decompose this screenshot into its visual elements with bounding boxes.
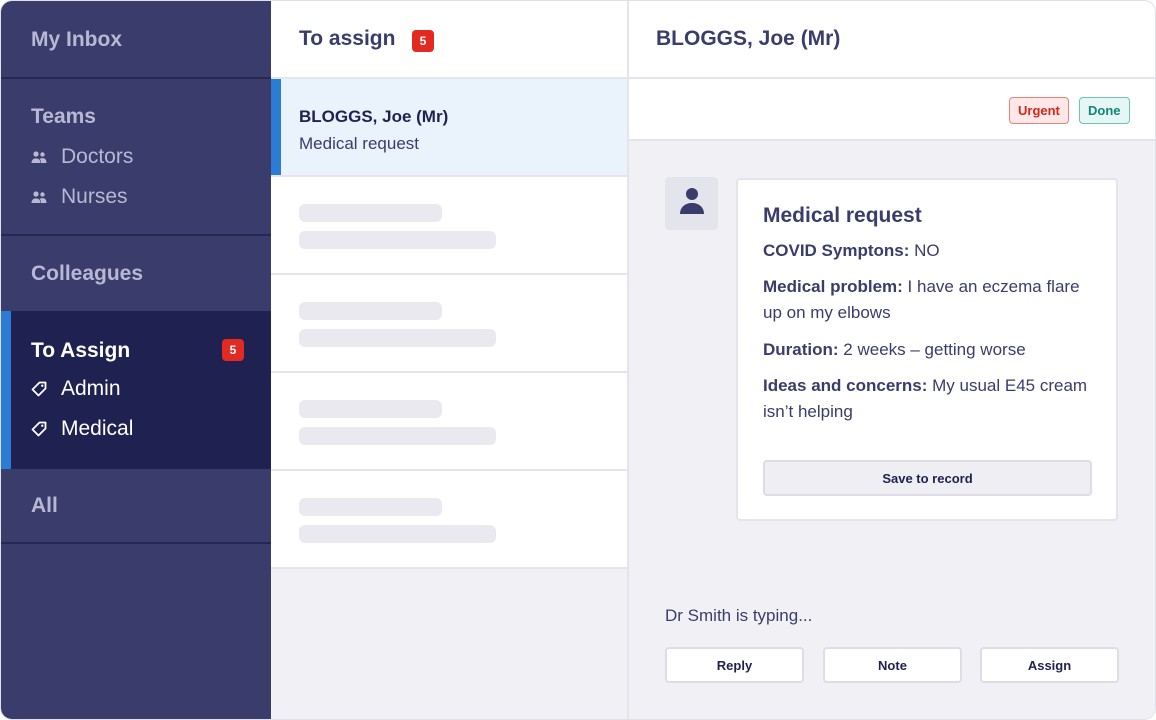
skeleton-line [299, 400, 442, 418]
conversation-detail: BLOGGS, Joe (Mr) Urgent Done Medical req… [629, 1, 1155, 719]
selected-indicator [271, 79, 281, 175]
tag-bar: Urgent Done [629, 79, 1155, 141]
skeleton-line [299, 231, 496, 249]
skeleton-line [299, 427, 496, 445]
people-icon [31, 190, 51, 204]
sidebar-item-doctors[interactable]: Doctors [31, 145, 133, 169]
detail-header: BLOGGS, Joe (Mr) [629, 1, 1155, 79]
field-medical-problem: Medical problem: I have an eczema flare … [763, 274, 1103, 326]
app-window: My Inbox Teams Doctors Nurses Colleagues [0, 0, 1156, 720]
active-indicator [1, 311, 11, 469]
reply-button[interactable]: Reply [665, 647, 804, 683]
field-ideas-concerns: Ideas and concerns: My usual E45 cream i… [763, 373, 1103, 425]
avatar [665, 177, 718, 230]
done-tag[interactable]: Done [1079, 97, 1130, 124]
save-to-record-button[interactable]: Save to record [763, 460, 1092, 496]
to-assign-count-badge: 5 [222, 339, 244, 361]
sidebar-item-label: Nurses [61, 185, 128, 208]
field-label: Medical problem: [763, 277, 903, 296]
list-count-badge: 5 [412, 30, 434, 52]
note-button[interactable]: Note [823, 647, 962, 683]
sidebar-item-all[interactable]: All [31, 494, 58, 518]
sidebar-item-colleagues[interactable]: Colleagues [31, 262, 143, 286]
field-value: 2 weeks – getting worse [843, 340, 1026, 359]
skeleton-line [299, 498, 442, 516]
field-covid-symptoms: COVID Symptons: NO [763, 238, 1103, 264]
list-item-placeholder[interactable] [271, 373, 627, 471]
skeleton-line [299, 329, 496, 347]
list-item-placeholder[interactable] [271, 471, 627, 569]
field-label: Ideas and concerns: [763, 376, 928, 395]
message-card: Medical request COVID Symptons: NO Medic… [736, 178, 1118, 521]
list-item-placeholder[interactable] [271, 177, 627, 275]
field-value: NO [914, 241, 940, 260]
field-duration: Duration: 2 weeks – getting worse [763, 337, 1103, 363]
sidebar-section-my-inbox[interactable]: My Inbox [1, 1, 271, 79]
list-title: To assign [299, 27, 396, 50]
sidebar-item-admin[interactable]: Admin [31, 377, 121, 401]
sidebar-heading-teams[interactable]: Teams [31, 105, 96, 129]
sidebar-item-label: Medical [61, 417, 134, 440]
message-title: Medical request [763, 204, 922, 227]
assign-button[interactable]: Assign [980, 647, 1119, 683]
sidebar-section-all: All [1, 469, 271, 544]
people-icon [31, 150, 51, 164]
sidebar-item-label: Admin [61, 377, 121, 400]
tag-icon [31, 381, 51, 397]
sidebar-heading-to-assign[interactable]: To Assign [31, 339, 130, 363]
sidebar-section-to-assign: To Assign 5 Admin Medical [1, 311, 271, 469]
person-icon [679, 187, 705, 220]
sidebar-item-my-inbox[interactable]: My Inbox [31, 28, 122, 52]
sidebar-item-nurses[interactable]: Nurses [31, 185, 128, 209]
skeleton-line [299, 302, 442, 320]
list-item-patient-name: BLOGGS, Joe (Mr) [299, 107, 449, 126]
skeleton-line [299, 204, 442, 222]
typing-status: Dr Smith is typing... [665, 606, 813, 625]
sidebar-section-colleagues: Colleagues [1, 236, 271, 311]
list-header: To assign 5 [271, 1, 627, 79]
patient-name-title: BLOGGS, Joe (Mr) [656, 27, 841, 50]
conversation-list: To assign 5 BLOGGS, Joe (Mr) Medical req… [271, 1, 629, 719]
field-label: Duration: [763, 340, 839, 359]
list-item-placeholder[interactable] [271, 275, 627, 373]
list-item[interactable]: BLOGGS, Joe (Mr) Medical request [271, 79, 627, 177]
field-label: COVID Symptons: [763, 241, 910, 260]
list-item-subject: Medical request [299, 134, 420, 153]
tag-icon [31, 421, 51, 437]
sidebar-item-medical[interactable]: Medical [31, 417, 133, 441]
sidebar-section-teams: Teams Doctors Nurses [1, 79, 271, 236]
sidebar: My Inbox Teams Doctors Nurses Colleagues [1, 1, 271, 719]
urgent-tag[interactable]: Urgent [1009, 97, 1069, 124]
sidebar-item-label: Doctors [61, 145, 134, 168]
skeleton-line [299, 525, 496, 543]
